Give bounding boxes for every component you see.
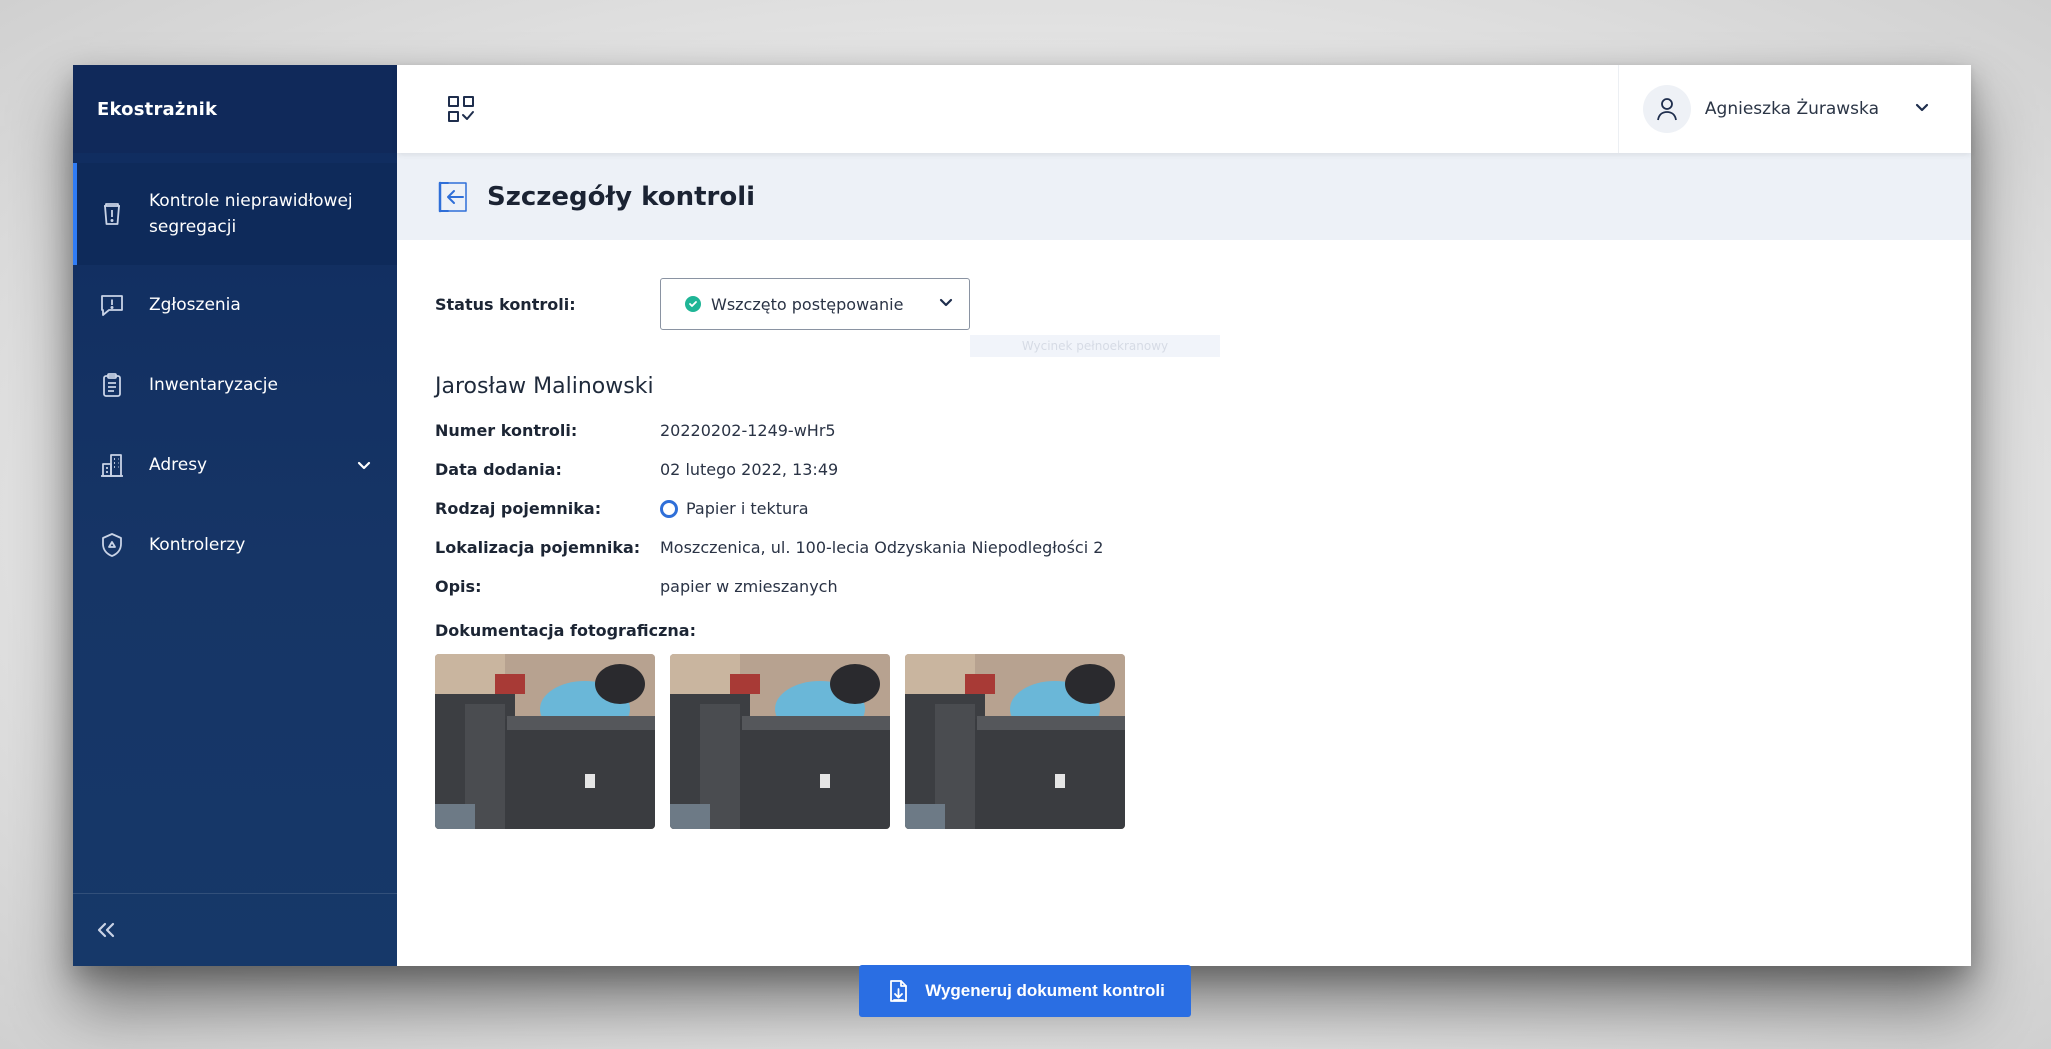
sidebar-item-label: Kontrole nieprawidłowej segregacji	[149, 191, 353, 237]
sidebar: Ekostrażnik Kontrole nieprawidłowej segr…	[73, 65, 397, 966]
topbar: Agnieszka Żurawska	[397, 65, 1971, 153]
double-chevron-left-icon	[97, 922, 115, 938]
apps-button[interactable]	[445, 93, 477, 125]
field-value: Papier i tektura	[686, 499, 809, 518]
user-icon	[1657, 98, 1677, 121]
info-row-date: Data dodania: 02 lutego 2022, 13:49	[435, 450, 1971, 489]
chevron-down-icon[interactable]	[355, 456, 373, 474]
field-value: Moszczenica, ul. 100-lecia Odzyskania Ni…	[660, 538, 1104, 557]
grid-check-icon	[448, 96, 474, 122]
field-value: papier w zmieszanych	[660, 577, 838, 596]
sidebar-nav: Kontrole nieprawidłowej segregacji Zgłos…	[73, 163, 397, 585]
photo-gallery	[435, 654, 1971, 829]
clipboard-icon	[97, 370, 127, 400]
file-download-icon	[890, 980, 908, 1002]
sidebar-item-zgloszenia[interactable]: Zgłoszenia	[73, 265, 397, 345]
generate-document-label: Wygeneruj dokument kontroli	[925, 981, 1165, 1000]
status-label: Status kontroli:	[435, 294, 576, 314]
info-row-description: Opis: papier w zmieszanych	[435, 567, 1971, 606]
field-value: 02 lutego 2022, 13:49	[660, 460, 839, 479]
field-label: Lokalizacja pojemnika:	[435, 538, 641, 557]
field-label: Opis:	[435, 577, 482, 596]
page-header: Szczegóły kontroli	[397, 153, 1971, 240]
control-details: Status kontroli: Wszczęto postępowanie W…	[397, 240, 1971, 1017]
app-window: Ekostrażnik Kontrole nieprawidłowej segr…	[73, 65, 1971, 1017]
user-name: Agnieszka Żurawska	[1704, 99, 1879, 119]
page-title: Szczegóły kontroli	[487, 181, 756, 212]
sidebar-item-label: Adresy	[149, 455, 208, 475]
info-row-location: Lokalizacja pojemnika: Moszczenica, ul. …	[435, 528, 1971, 567]
sidebar-item-label: Zgłoszenia	[149, 295, 241, 315]
generate-document-button[interactable]: Wygeneruj dokument kontroli	[859, 965, 1191, 1017]
buildings-icon	[97, 450, 127, 480]
container-type-indicator-icon	[660, 499, 678, 518]
info-row-container-type: Rodzaj pojemnika: Papier i tektura	[435, 489, 1971, 528]
field-label: Data dodania:	[435, 460, 562, 479]
bin-alert-icon	[97, 199, 127, 229]
status-select[interactable]: Wszczęto postępowanie	[660, 278, 970, 330]
chevron-down-icon[interactable]	[1913, 98, 1931, 120]
screenshot-tooltip: Wycinek pełnoekranowy	[970, 335, 1220, 357]
brand-logo[interactable]: Ekostrażnik	[73, 65, 397, 153]
message-alert-icon	[97, 290, 127, 320]
sidebar-item-inwentaryzacje[interactable]: Inwentaryzacje	[73, 345, 397, 425]
check-circle-icon	[685, 296, 701, 312]
back-arrow-icon[interactable]	[435, 179, 471, 215]
status-value: Wszczęto postępowanie	[711, 294, 904, 314]
photo-thumbnail[interactable]	[670, 654, 890, 829]
sidebar-item-label: Kontrolerzy	[149, 535, 246, 555]
sidebar-item-label: Inwentaryzacje	[149, 375, 278, 395]
field-label: Rodzaj pojemnika:	[435, 499, 602, 518]
photo-thumbnail[interactable]	[905, 654, 1125, 829]
avatar	[1642, 85, 1691, 133]
collapse-sidebar-button[interactable]	[73, 893, 397, 966]
field-value: 20220202-1249-wHr5	[660, 421, 836, 440]
main-area: Agnieszka Żurawska Szczegóły kontroli St…	[397, 65, 1971, 1017]
chevron-down-icon	[937, 293, 955, 315]
sidebar-item-adresy[interactable]: Adresy	[73, 425, 397, 505]
user-menu[interactable]: Agnieszka Żurawska	[1617, 65, 1971, 153]
status-row: Status kontroli: Wszczęto postępowanie	[435, 276, 1971, 332]
person-name: Jarosław Malinowski	[435, 374, 654, 399]
info-row-number: Numer kontroli: 20220202-1249-wHr5	[435, 411, 1971, 450]
shield-recycle-icon	[97, 530, 127, 560]
photo-thumbnail[interactable]	[435, 654, 655, 829]
photos-label: Dokumentacja fotograficzna:	[435, 620, 696, 640]
field-label: Numer kontroli:	[435, 421, 578, 440]
sidebar-item-kontrole[interactable]: Kontrole nieprawidłowej segregacji	[73, 163, 397, 265]
sidebar-item-kontrolerzy[interactable]: Kontrolerzy	[73, 505, 397, 585]
